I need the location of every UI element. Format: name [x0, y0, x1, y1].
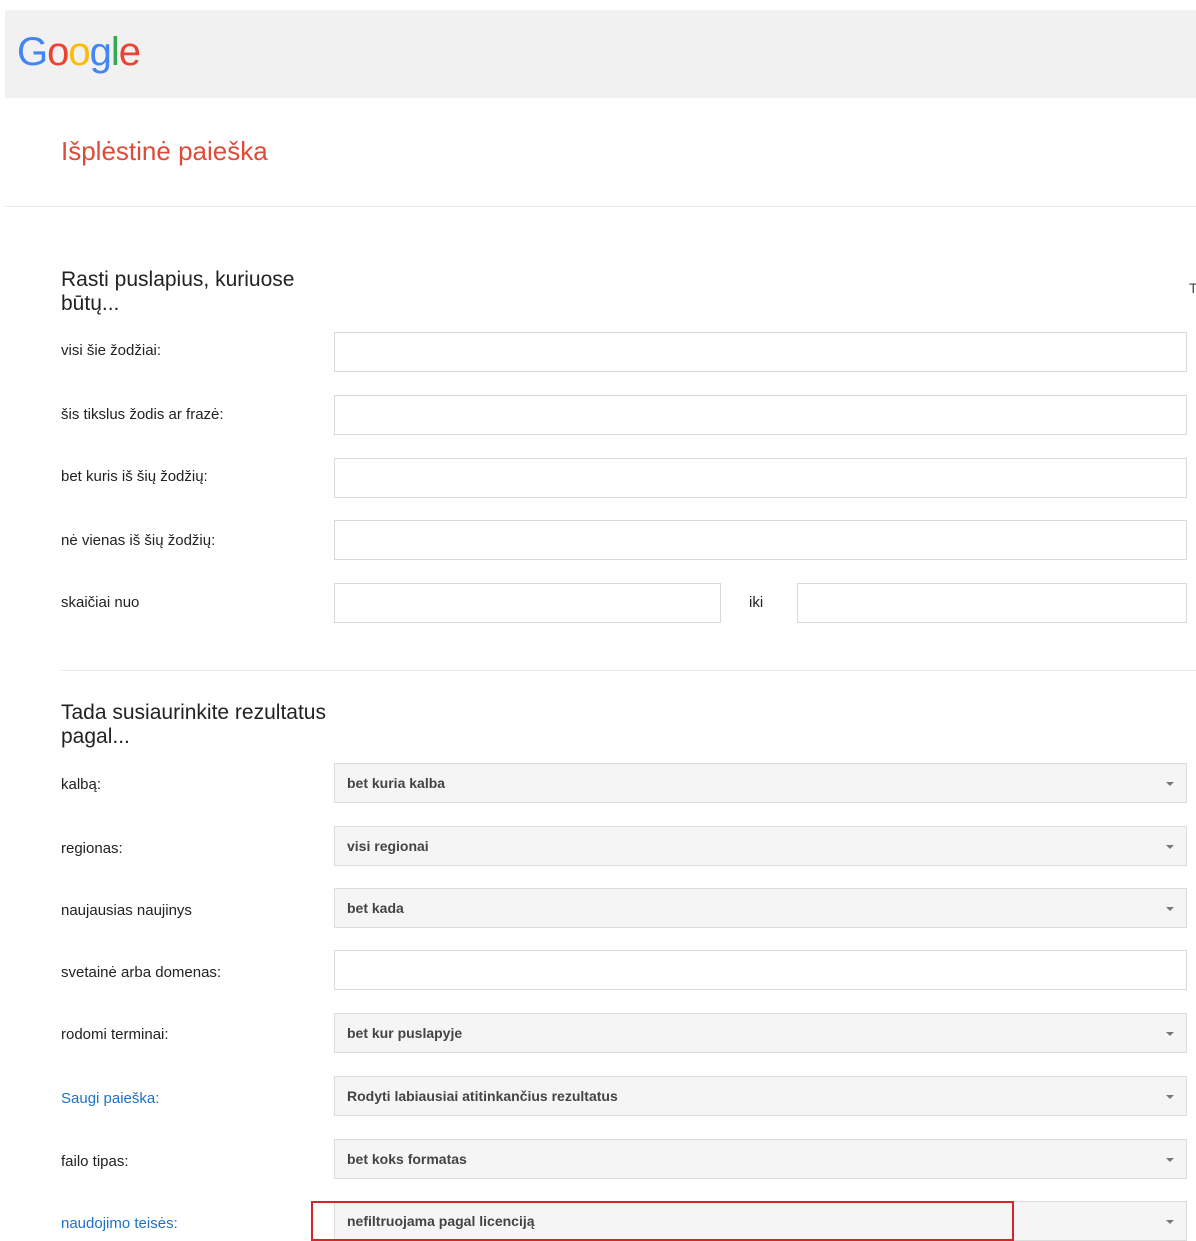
any-words-input[interactable]	[334, 458, 1187, 498]
language-label: kalbą:	[61, 776, 102, 793]
terms-label: rodomi terminai:	[61, 1026, 169, 1043]
logo-letter: g	[89, 30, 112, 74]
any-words-label: bet kuris iš šių žodžių:	[61, 468, 208, 485]
usage-rights-select[interactable]: nefiltruojama pagal licenciją	[334, 1201, 1187, 1241]
all-words-input[interactable]	[334, 332, 1187, 372]
language-select[interactable]: bet kuria kalba	[334, 763, 1187, 803]
region-select[interactable]: visi regionai	[334, 826, 1187, 866]
narrow-results-heading: Tada susiaurinkite rezultatus pagal...	[61, 701, 326, 748]
none-words-label: nė vienas iš šių žodžių:	[61, 532, 216, 549]
numbers-from-input[interactable]	[334, 583, 721, 623]
numbers-to-label: iki	[749, 594, 764, 611]
site-domain-input[interactable]	[334, 950, 1187, 990]
page-title: Išplėstinė paieška	[61, 136, 268, 166]
file-type-select[interactable]: bet koks formatas	[334, 1139, 1187, 1179]
dropdown-arrow-icon	[1166, 907, 1174, 911]
dropdown-arrow-icon	[1166, 845, 1174, 849]
find-pages-heading: Rasti puslapius, kuriuose būtų...	[61, 268, 295, 315]
region-value: visi regionai	[347, 838, 429, 854]
divider	[5, 206, 1196, 207]
last-update-select[interactable]: bet kada	[334, 888, 1187, 928]
top-bar: Google	[5, 10, 1196, 98]
last-update-label: naujausias naujinys	[61, 902, 192, 919]
numbers-to-input[interactable]	[797, 583, 1187, 623]
last-update-value: bet kada	[347, 900, 404, 916]
divider	[61, 670, 1196, 671]
usage-rights-value: nefiltruojama pagal licenciją	[347, 1213, 535, 1229]
dropdown-arrow-icon	[1166, 1220, 1174, 1224]
logo-letter: o	[68, 30, 90, 74]
numbers-from-label: skaičiai nuo	[61, 594, 140, 611]
site-domain-label: svetainė arba domenas:	[61, 964, 222, 981]
region-label: regionas:	[61, 840, 123, 857]
side-text-fragment: T	[1189, 280, 1196, 296]
usage-rights-link[interactable]: naudojimo teisės:	[61, 1215, 178, 1232]
all-words-label: visi šie žodžiai:	[61, 342, 162, 359]
language-value: bet kuria kalba	[347, 775, 446, 791]
google-logo[interactable]: Google	[17, 30, 141, 75]
exact-phrase-input[interactable]	[334, 395, 1187, 435]
safe-search-link[interactable]: Saugi paieška:	[61, 1090, 159, 1107]
logo-letter: G	[17, 30, 48, 74]
none-words-input[interactable]	[334, 520, 1187, 560]
terms-select[interactable]: bet kur puslapyje	[334, 1013, 1187, 1053]
exact-phrase-label: šis tikslus žodis ar frazė:	[61, 406, 224, 423]
file-type-value: bet koks formatas	[347, 1151, 467, 1167]
file-type-label: failo tipas:	[61, 1153, 129, 1170]
logo-letter: e	[118, 30, 141, 74]
dropdown-arrow-icon	[1166, 1158, 1174, 1162]
dropdown-arrow-icon	[1166, 1032, 1174, 1036]
dropdown-arrow-icon	[1166, 1095, 1174, 1099]
terms-value: bet kur puslapyje	[347, 1025, 463, 1041]
logo-letter: l	[110, 30, 120, 74]
logo-letter: o	[47, 30, 69, 74]
safe-search-select[interactable]: Rodyti labiausiai atitinkančius rezultat…	[334, 1076, 1187, 1116]
safe-search-value: Rodyti labiausiai atitinkančius rezultat…	[347, 1088, 618, 1104]
dropdown-arrow-icon	[1166, 782, 1174, 786]
